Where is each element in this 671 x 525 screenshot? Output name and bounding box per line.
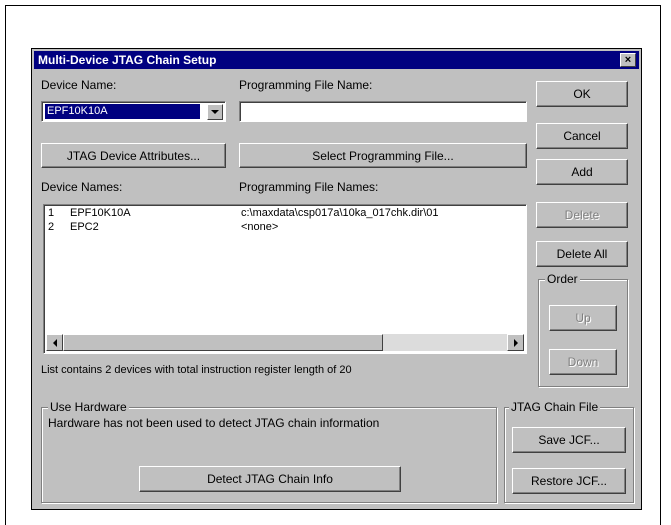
use-hardware-group: Use Hardware Hardware has not been used … bbox=[41, 400, 497, 503]
delete-button[interactable]: Delete bbox=[536, 202, 628, 228]
jtag-chain-file-group-label: JTAG Chain File bbox=[509, 400, 601, 414]
jtag-device-attributes-button[interactable]: JTAG Device Attributes... bbox=[41, 143, 226, 168]
close-button[interactable]: × bbox=[620, 53, 636, 67]
order-group-label: Order bbox=[545, 272, 580, 286]
scrollbar-thumb[interactable] bbox=[63, 334, 383, 351]
device-name-label: Device Name: bbox=[41, 78, 117, 92]
device-name-selected-value: EPF10K10A bbox=[45, 104, 200, 119]
cancel-button[interactable]: Cancel bbox=[536, 123, 628, 149]
move-up-button[interactable]: Up bbox=[549, 305, 617, 331]
save-jcf-button[interactable]: Save JCF... bbox=[512, 427, 626, 453]
list-item-file: <none> bbox=[241, 221, 279, 233]
ok-button[interactable]: OK bbox=[536, 81, 628, 107]
use-hardware-group-label: Use Hardware bbox=[48, 400, 129, 414]
list-item-device: EPF10K10A bbox=[70, 207, 131, 219]
device-name-combobox[interactable]: EPF10K10A bbox=[41, 101, 226, 122]
device-names-column-header: Device Names: bbox=[41, 180, 123, 194]
dialog-titlebar: Multi-Device JTAG Chain Setup × bbox=[34, 51, 639, 69]
list-item-index: 2 bbox=[48, 221, 55, 233]
list-item-device: EPC2 bbox=[70, 221, 99, 233]
select-programming-file-button[interactable]: Select Programming File... bbox=[239, 143, 527, 168]
scroll-left-button[interactable] bbox=[46, 334, 63, 351]
detect-jtag-chain-info-button[interactable]: Detect JTAG Chain Info bbox=[139, 466, 401, 492]
delete-all-button[interactable]: Delete All bbox=[536, 241, 628, 267]
list-item-index: 1 bbox=[48, 207, 55, 219]
move-down-button[interactable]: Down bbox=[549, 349, 617, 375]
programming-file-name-input[interactable] bbox=[239, 101, 527, 122]
jtag-chain-file-group: JTAG Chain File Save JCF... Restore JCF.… bbox=[504, 400, 634, 503]
restore-jcf-button[interactable]: Restore JCF... bbox=[512, 468, 626, 494]
summary-text: List contains 2 devices with total instr… bbox=[41, 364, 352, 376]
hardware-status-text: Hardware has not been used to detect JTA… bbox=[48, 416, 380, 430]
dropdown-button[interactable] bbox=[207, 104, 223, 120]
list-item[interactable]: 1 EPF10K10A c:\maxdata\csp017a\10ka_017c… bbox=[48, 207, 524, 221]
horizontal-scrollbar[interactable] bbox=[46, 334, 524, 351]
close-icon: × bbox=[624, 54, 632, 66]
device-chain-list[interactable]: 1 EPF10K10A c:\maxdata\csp017a\10ka_017c… bbox=[43, 204, 527, 354]
programming-file-name-label: Programming File Name: bbox=[239, 78, 373, 92]
scroll-right-button[interactable] bbox=[507, 334, 524, 351]
order-group: Order Up Down bbox=[538, 272, 628, 387]
arrow-left-icon bbox=[52, 338, 57, 347]
arrow-right-icon bbox=[513, 338, 518, 347]
programming-file-names-column-header: Programming File Names: bbox=[239, 180, 379, 194]
chevron-down-icon bbox=[211, 110, 219, 114]
list-item-file: c:\maxdata\csp017a\10ka_017chk.dir\01 bbox=[241, 207, 439, 219]
list-item[interactable]: 2 EPC2 <none> bbox=[48, 221, 524, 235]
dialog-title: Multi-Device JTAG Chain Setup bbox=[38, 53, 217, 67]
jtag-chain-setup-dialog: Multi-Device JTAG Chain Setup × Device N… bbox=[31, 48, 642, 510]
add-button[interactable]: Add bbox=[536, 159, 628, 185]
